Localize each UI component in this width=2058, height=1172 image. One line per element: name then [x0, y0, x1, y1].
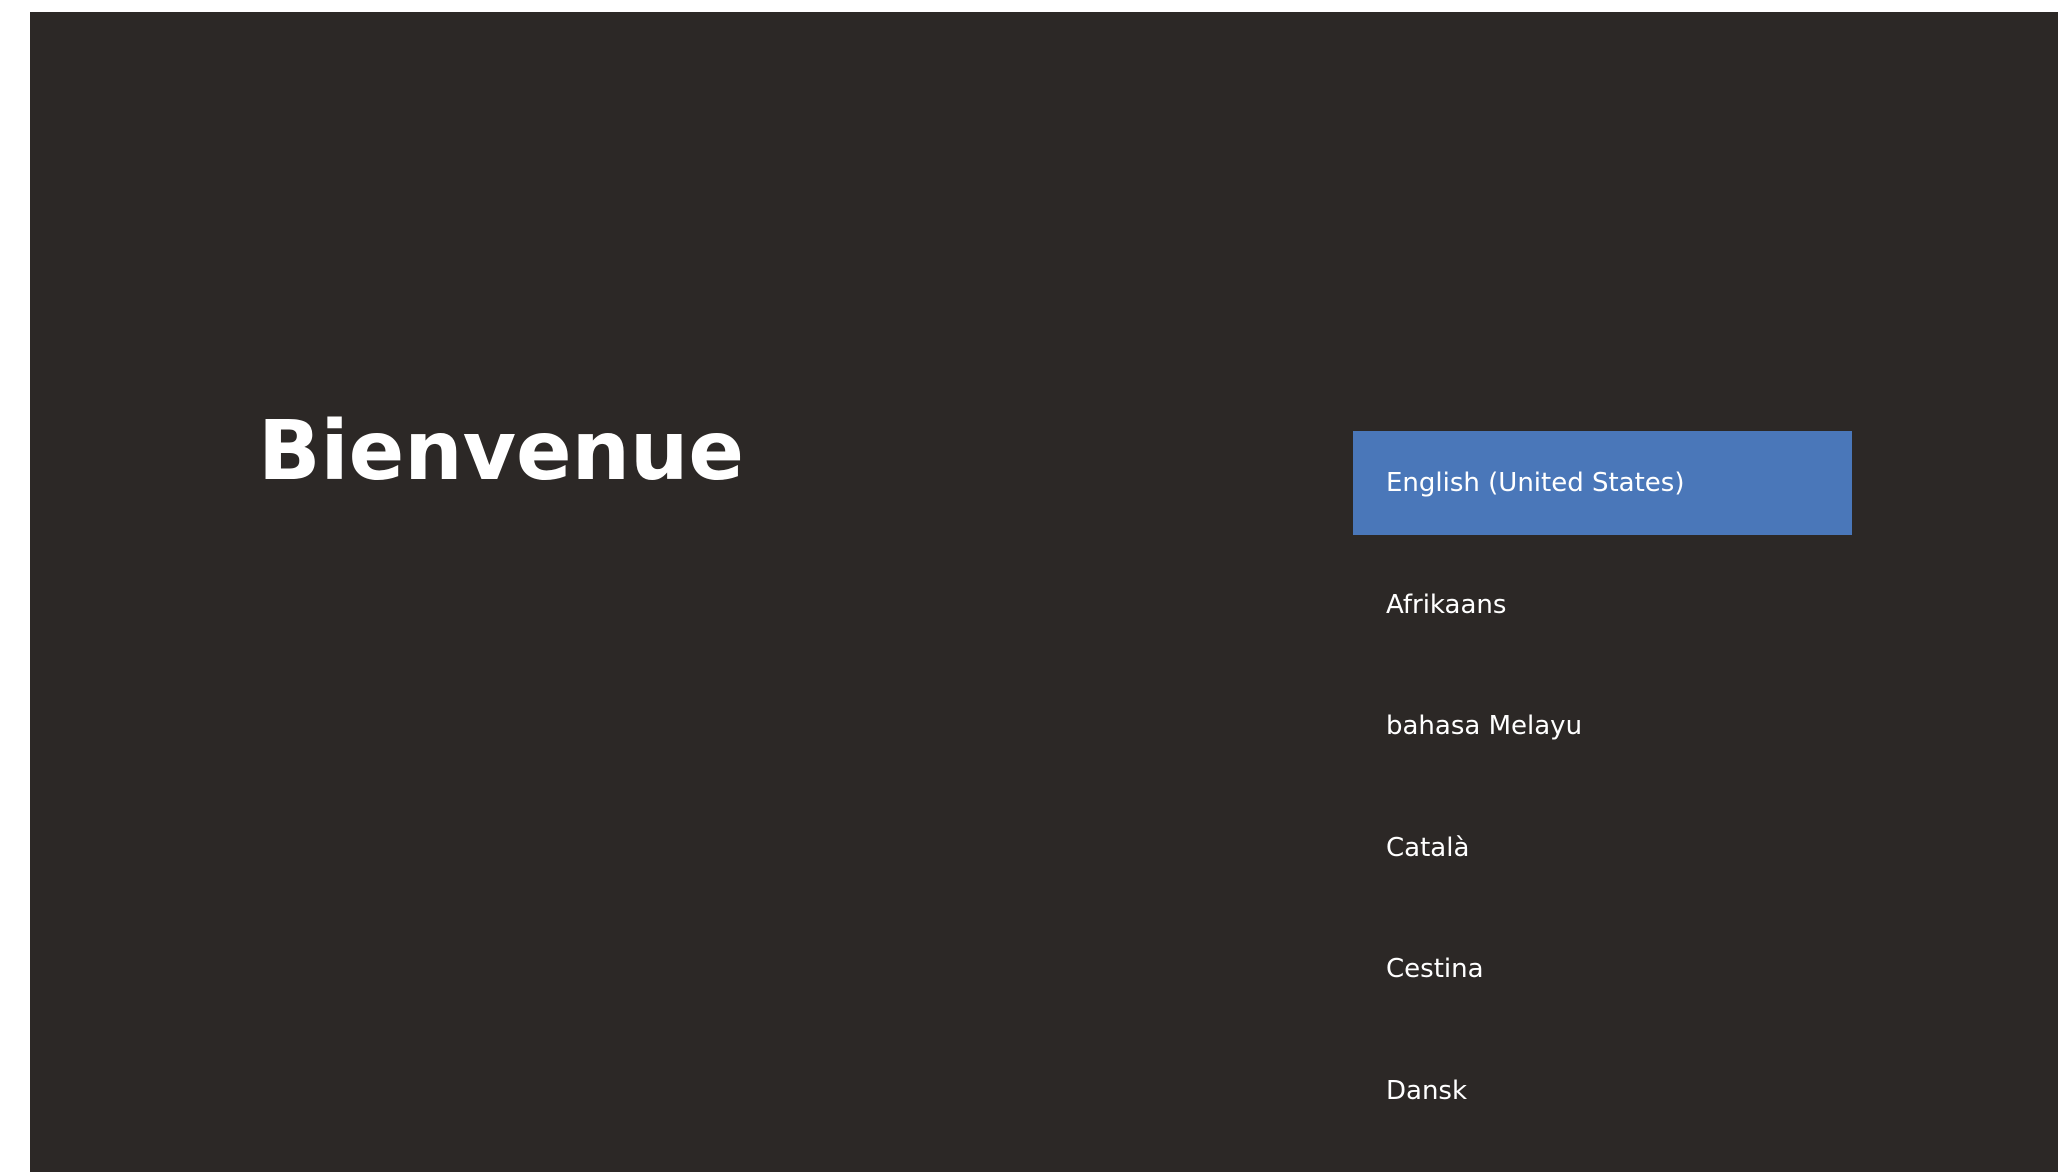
language-option-dansk[interactable]: Dansk [1353, 1039, 1852, 1143]
language-option-english-united-states[interactable]: English (United States) [1353, 431, 1852, 535]
language-label: Cestina [1386, 954, 1484, 984]
language-label: Català [1386, 832, 1470, 863]
language-label: Dansk [1386, 1075, 1468, 1106]
language-option-catala[interactable]: Català [1353, 796, 1852, 900]
setup-screen: Bienvenue English (United States) Afrika… [30, 12, 2058, 1172]
language-option-bahasa-melayu[interactable]: bahasa Melayu [1353, 674, 1852, 778]
language-label: bahasa Melayu [1386, 711, 1583, 741]
language-label: Afrikaans [1386, 589, 1507, 620]
language-list[interactable]: English (United States) Afrikaans bahasa… [1353, 431, 1852, 1160]
language-option-afrikaans[interactable]: Afrikaans [1353, 553, 1852, 657]
language-option-cestina[interactable]: Cestina [1353, 917, 1852, 1021]
welcome-title: Bienvenue [258, 404, 745, 499]
language-label: English (United States) [1386, 468, 1685, 498]
